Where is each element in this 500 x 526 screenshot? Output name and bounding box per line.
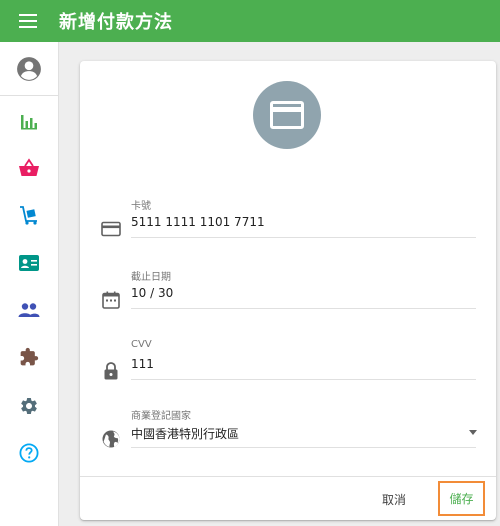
- sidebar-item-settings[interactable]: [0, 386, 58, 426]
- sidebar-item-account[interactable]: [0, 49, 58, 89]
- account-circle-icon: [17, 57, 41, 81]
- save-button[interactable]: 儲存: [438, 481, 485, 516]
- lock-icon: [104, 362, 118, 380]
- credit-card-icon: [101, 221, 121, 237]
- help-icon: [19, 443, 39, 463]
- expiry-date-underline: [131, 308, 476, 309]
- cvv-input[interactable]: 111: [131, 357, 154, 371]
- expiry-date-label: 截止日期: [131, 272, 171, 283]
- country-select-field[interactable]: 商業登記國家 中國香港特別行政區: [80, 407, 496, 457]
- cvv-label: CVV: [131, 339, 152, 350]
- country-select[interactable]: 中國香港特別行政區: [131, 425, 239, 442]
- cvv-field[interactable]: CVV 111: [80, 339, 496, 389]
- app-bar: 新增付款方法: [0, 0, 500, 42]
- sidebar-item-shop[interactable]: [0, 148, 58, 188]
- cancel-button[interactable]: 取消: [370, 483, 418, 515]
- sidebar-item-help[interactable]: [0, 433, 58, 473]
- contact-card-icon: [19, 255, 39, 271]
- payment-method-card: 卡號 5111 1111 1101 7711 截止日期 10 / 30 CVV …: [80, 61, 496, 520]
- card-number-input[interactable]: 5111 1111 1101 7711: [131, 215, 265, 229]
- globe-icon: [102, 430, 120, 448]
- country-underline: [131, 447, 476, 448]
- expiry-date-input[interactable]: 10 / 30: [131, 286, 173, 300]
- cvv-underline: [131, 379, 476, 380]
- menu-button[interactable]: [0, 0, 56, 42]
- delivery-cart-icon: [20, 206, 37, 225]
- card-avatar: [253, 81, 321, 149]
- calendar-icon: [102, 291, 120, 309]
- puzzle-piece-icon: [20, 347, 39, 366]
- page-title: 新增付款方法: [59, 12, 173, 33]
- sidebar-divider: [0, 95, 58, 96]
- sidebar-item-delivery[interactable]: [0, 195, 58, 235]
- people-icon: [18, 303, 40, 317]
- sidebar-item-stats[interactable]: [0, 102, 58, 142]
- dropdown-arrow-icon[interactable]: [469, 430, 477, 435]
- sidebar-item-users[interactable]: [0, 290, 58, 330]
- sidebar-item-extensions[interactable]: [0, 337, 58, 377]
- bar-chart-icon: [21, 115, 37, 130]
- credit-card-icon: [270, 101, 304, 129]
- card-number-field[interactable]: 卡號 5111 1111 1101 7711: [80, 197, 496, 247]
- card-number-label: 卡號: [131, 201, 151, 212]
- sidebar-item-contacts[interactable]: [0, 243, 58, 283]
- country-label: 商業登記國家: [131, 411, 191, 422]
- menu-icon: [19, 14, 37, 28]
- expiry-date-field[interactable]: 截止日期 10 / 30: [80, 268, 496, 318]
- sidebar: [0, 42, 59, 526]
- settings-icon: [21, 398, 37, 414]
- actions-divider: [80, 476, 496, 477]
- card-number-underline: [131, 237, 476, 238]
- shopping-basket-icon: [19, 158, 39, 176]
